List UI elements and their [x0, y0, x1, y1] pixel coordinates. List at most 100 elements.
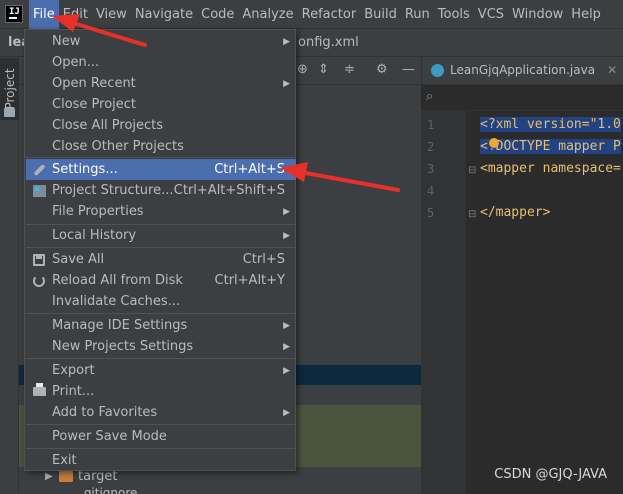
submenu-arrow-icon: ▶: [283, 407, 290, 418]
menu-item-close-all-projects[interactable]: Close All Projects: [26, 115, 296, 136]
code-line[interactable]: </mapper>: [480, 205, 550, 220]
file-menu-dropdown: New ▶ Open... Open Recent ▶ Close Projec…: [24, 29, 296, 471]
menu-item-reload-all[interactable]: Reload All from Disk Ctrl+Alt+Y: [26, 270, 296, 291]
line-number: 1: [427, 118, 435, 132]
editor-tab[interactable]: LeanGjqApplication.java ✕: [431, 63, 617, 77]
menu-vcs[interactable]: VCS: [474, 0, 508, 29]
minimize-icon[interactable]: —: [402, 62, 415, 77]
menu-item-label: Open...: [52, 55, 100, 70]
fold-icon[interactable]: ⊟: [468, 209, 476, 220]
reload-icon: [33, 274, 45, 287]
menu-item-save-all[interactable]: Save All Ctrl+S: [26, 249, 296, 270]
menu-item-label: Save All: [52, 252, 105, 267]
folder-icon: [4, 108, 15, 117]
menu-build[interactable]: Build: [360, 0, 401, 29]
menu-item-open-recent[interactable]: Open Recent ▶: [26, 73, 296, 94]
gear-icon[interactable]: ⚙: [376, 62, 388, 77]
intellij-logo-icon: IJ: [5, 5, 23, 23]
menu-separator: [26, 157, 296, 158]
menu-item-new[interactable]: New ▶: [26, 31, 296, 52]
search-icon[interactable]: ⌕: [426, 89, 433, 104]
wrench-icon: [32, 163, 46, 176]
tool-window-stripe: [0, 57, 19, 494]
menu-item-add-to-favorites[interactable]: Add to Favorites ▶: [26, 402, 296, 423]
submenu-arrow-icon: ▶: [283, 206, 290, 217]
menu-item-invalidate-caches[interactable]: Invalidate Caches...: [26, 291, 296, 312]
menu-item-label: Power Save Mode: [52, 429, 167, 444]
java-class-icon: [431, 63, 444, 77]
menu-item-label: Settings...: [52, 162, 118, 177]
menu-analyze[interactable]: Analyze: [238, 0, 297, 29]
menu-separator: [26, 448, 296, 449]
menu-window[interactable]: Window: [508, 0, 567, 29]
menu-item-label: Open Recent: [52, 76, 136, 91]
chevron-right-icon[interactable]: ▶: [45, 471, 59, 482]
menu-item-label: Print...: [52, 384, 95, 399]
code-line[interactable]: <!DOCTYPE mapper P: [480, 139, 621, 154]
locate-icon[interactable]: ⊕: [297, 62, 308, 77]
project-tab-label[interactable]: Project: [3, 68, 17, 109]
save-icon: [33, 253, 45, 266]
menu-help[interactable]: Help: [567, 0, 605, 29]
submenu-arrow-icon: ▶: [283, 365, 290, 376]
menu-item-label: Close All Projects: [52, 118, 164, 133]
menu-separator: [26, 424, 296, 425]
menu-navigate[interactable]: Navigate: [131, 0, 197, 29]
menu-code[interactable]: Code: [197, 0, 238, 29]
menu-item-label: Manage IDE Settings: [52, 318, 188, 333]
tree-item-gitignore[interactable]: .gitignore: [80, 486, 137, 494]
menu-item-label: Close Project: [52, 97, 137, 112]
expand-all-icon[interactable]: ⇕: [318, 62, 329, 77]
menu-run[interactable]: Run: [401, 0, 434, 29]
menu-item-manage-ide-settings[interactable]: Manage IDE Settings ▶: [26, 315, 296, 336]
menu-refactor[interactable]: Refactor: [298, 0, 361, 29]
editor-search-bar[interactable]: [421, 85, 623, 111]
collapse-all-icon[interactable]: ≑: [344, 62, 355, 77]
menu-item-shortcut: Ctrl+Alt+S: [214, 162, 285, 177]
line-number: 5: [427, 206, 435, 220]
menu-item-power-save-mode[interactable]: Power Save Mode: [26, 426, 296, 447]
menu-item-label: Export: [52, 363, 95, 378]
menu-item-new-projects-settings[interactable]: New Projects Settings ▶: [26, 336, 296, 357]
line-number: 2: [427, 140, 435, 154]
close-icon[interactable]: ✕: [607, 63, 617, 77]
submenu-arrow-icon: ▶: [283, 36, 290, 47]
menu-edit[interactable]: Edit: [59, 0, 92, 29]
menu-item-print[interactable]: Print...: [26, 381, 296, 402]
watermark: CSDN @GJQ-JAVA: [494, 467, 607, 482]
menu-item-export[interactable]: Export ▶: [26, 360, 296, 381]
menu-item-open[interactable]: Open...: [26, 52, 296, 73]
menu-view[interactable]: View: [92, 0, 131, 29]
menu-separator: [26, 358, 296, 359]
menu-item-label: Reload All from Disk: [52, 273, 183, 288]
line-number: 4: [427, 184, 435, 198]
menu-tools[interactable]: Tools: [434, 0, 474, 29]
menu-item-shortcut: Ctrl+Alt+Shift+S: [173, 183, 285, 198]
menu-item-settings[interactable]: Settings... Ctrl+Alt+S: [26, 159, 296, 180]
menu-separator: [26, 313, 296, 314]
fold-icon[interactable]: ⊟: [468, 165, 476, 176]
menu-item-project-structure[interactable]: Project Structure... Ctrl+Alt+Shift+S: [26, 180, 296, 201]
menu-item-label: Add to Favorites: [52, 405, 158, 420]
menu-item-local-history[interactable]: Local History ▶: [26, 225, 296, 246]
submenu-arrow-icon: ▶: [283, 320, 290, 331]
menu-item-exit[interactable]: Exit: [26, 450, 296, 471]
menu-item-label: Close Other Projects: [52, 139, 184, 154]
lightbulb-icon[interactable]: [489, 138, 499, 148]
menu-separator: [26, 247, 296, 248]
menu-item-label: Invalidate Caches...: [52, 294, 181, 309]
menu-bar: IJ File Edit View Navigate Code Analyze …: [0, 0, 623, 29]
menu-item-close-other-projects[interactable]: Close Other Projects: [26, 136, 296, 157]
menu-item-file-properties[interactable]: File Properties ▶: [26, 201, 296, 222]
code-line[interactable]: <mapper namespace=: [480, 161, 621, 176]
line-number: 3: [427, 162, 435, 176]
breadcrumb-file[interactable]: onfig.xml: [298, 35, 359, 50]
print-icon: [32, 383, 46, 396]
menu-item-label: Local History: [52, 228, 137, 243]
menu-item-shortcut: Ctrl+Alt+Y: [214, 273, 285, 288]
menu-item-close-project[interactable]: Close Project: [26, 94, 296, 115]
code-line[interactable]: <?xml version="1.0: [480, 117, 621, 132]
submenu-arrow-icon: ▶: [283, 78, 290, 89]
menu-file[interactable]: File: [29, 0, 59, 29]
editor-tab-label: LeanGjqApplication.java: [450, 63, 596, 77]
